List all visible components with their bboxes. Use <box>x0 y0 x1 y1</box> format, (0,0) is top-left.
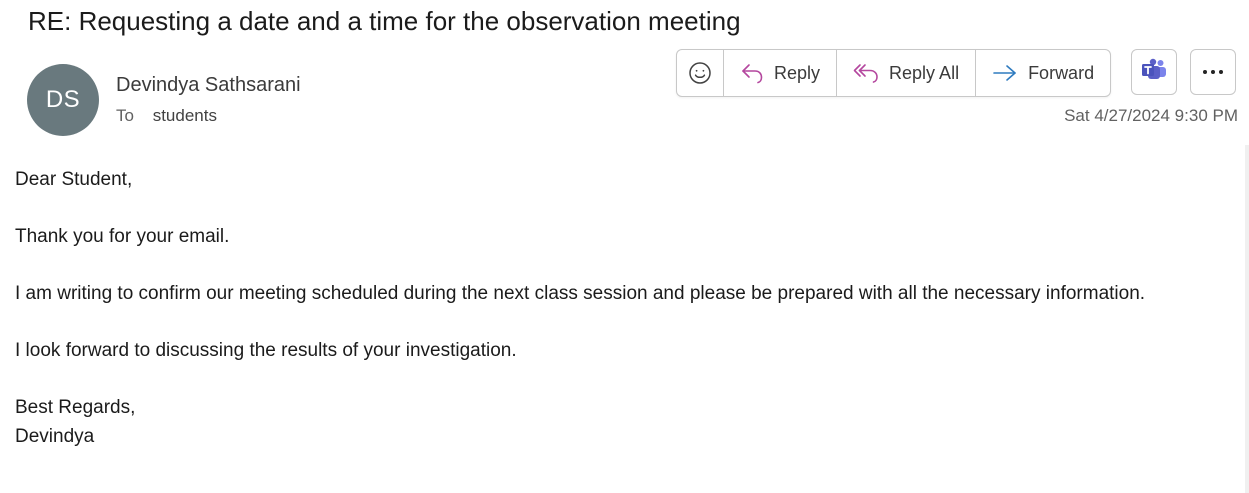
sent-timestamp: Sat 4/27/2024 9:30 PM <box>1064 106 1238 125</box>
recipient-name[interactable]: students <box>153 106 217 125</box>
body-greeting: Dear Student, <box>15 169 133 190</box>
message-action-toolbar: Reply Reply All Forward <box>676 49 1112 97</box>
forward-icon <box>992 63 1018 83</box>
body-signature: Devindya <box>15 425 95 447</box>
more-options-button[interactable] <box>1190 49 1236 95</box>
teams-button[interactable] <box>1131 49 1177 95</box>
forward-label: Forward <box>1028 62 1095 83</box>
recipient-line: To students <box>116 106 217 126</box>
reply-all-label: Reply All <box>889 62 960 83</box>
smiley-icon <box>688 61 712 85</box>
more-options-icon <box>1201 63 1225 81</box>
body-paragraph: I am writing to confirm our meeting sche… <box>15 283 1146 304</box>
body-paragraph: I look forward to discussing the results… <box>15 340 517 361</box>
reply-all-icon <box>853 62 879 84</box>
react-button[interactable] <box>677 50 724 96</box>
reply-icon <box>740 62 764 84</box>
reply-all-button[interactable]: Reply All <box>837 50 977 96</box>
reply-button[interactable]: Reply <box>724 50 838 96</box>
sender-name[interactable]: Devindya Sathsarani <box>116 74 301 97</box>
forward-button[interactable]: Forward <box>976 50 1110 96</box>
reply-label: Reply <box>774 62 821 83</box>
email-subject: RE: Requesting a date and a time for the… <box>28 6 741 36</box>
email-body: Dear Student, Thank you for your email. … <box>15 166 1205 451</box>
avatar-initials: DS <box>45 86 81 113</box>
body-closing: Best Regards, <box>15 397 136 418</box>
sender-avatar[interactable]: DS <box>27 64 99 136</box>
to-label: To <box>116 106 134 125</box>
scrollbar-track[interactable] <box>1245 145 1249 493</box>
teams-icon <box>1141 58 1167 87</box>
body-paragraph: Thank you for your email. <box>15 226 230 247</box>
